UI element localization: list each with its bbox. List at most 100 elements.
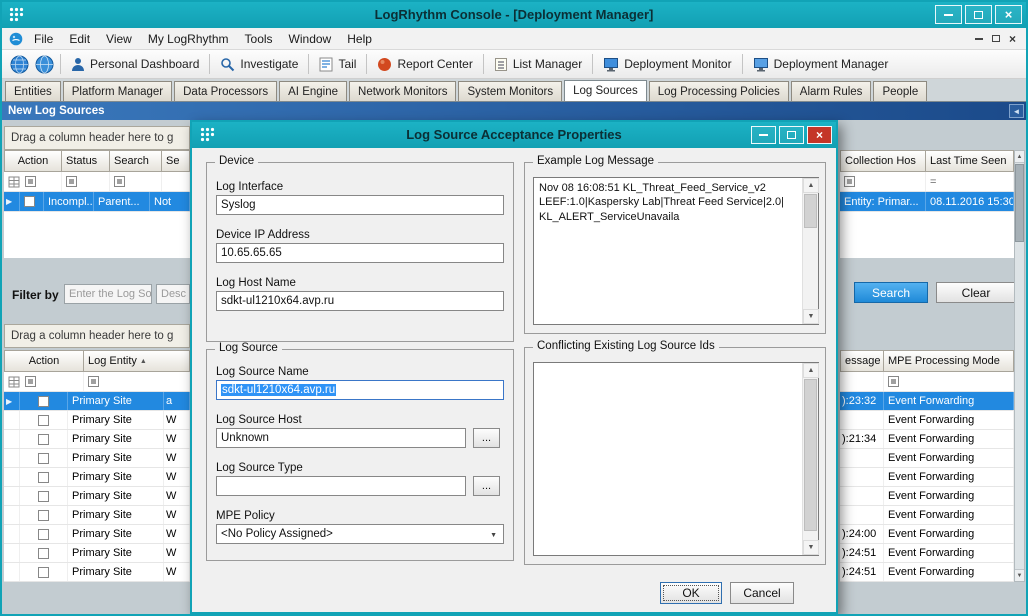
filter-checkbox[interactable] xyxy=(88,376,99,387)
deployment-monitor-button[interactable]: Deployment Monitor xyxy=(596,55,738,74)
table-row[interactable]: ):23:32Event Forwarding xyxy=(840,392,1014,411)
cancel-button[interactable]: Cancel xyxy=(730,582,794,604)
table-row[interactable]: ):24:00Event Forwarding xyxy=(840,525,1014,544)
table-row[interactable]: ▶ Primary Site a xyxy=(4,392,190,411)
table-row[interactable]: Primary SiteW xyxy=(4,506,190,525)
box-scrollbar[interactable]: ▲ ▼ xyxy=(802,178,818,324)
scroll-up-icon[interactable]: ▲ xyxy=(803,363,819,378)
menu-my-logrhythm[interactable]: My LogRhythm xyxy=(140,28,237,49)
filter-checkbox[interactable] xyxy=(844,176,855,187)
search-button[interactable]: Search xyxy=(854,282,928,303)
table-row[interactable]: Event Forwarding xyxy=(840,506,1014,525)
row-checkbox[interactable] xyxy=(38,434,49,445)
device-ip-input[interactable]: 10.65.65.65 xyxy=(216,243,504,263)
globe-button[interactable] xyxy=(10,55,29,74)
table-row[interactable]: Event Forwarding xyxy=(840,468,1014,487)
menu-view[interactable]: View xyxy=(98,28,140,49)
log-interface-input[interactable]: Syslog xyxy=(216,195,504,215)
list-manager-button[interactable]: List Manager xyxy=(487,55,589,74)
log-host-name-input[interactable]: sdkt-ul1210x64.avp.ru xyxy=(216,291,504,311)
vertical-scrollbar[interactable]: ▲ ▼ xyxy=(1014,150,1025,582)
scrollbar-thumb[interactable] xyxy=(804,379,817,531)
conflicting-log-source-box[interactable]: ▲ ▼ xyxy=(533,362,819,556)
grid-filter-icon[interactable] xyxy=(8,176,20,188)
table-row[interactable]: Primary SiteW xyxy=(4,468,190,487)
mdi-restore-icon[interactable] xyxy=(992,35,1000,42)
tab-alarm-rules[interactable]: Alarm Rules xyxy=(791,81,872,101)
row-checkbox[interactable] xyxy=(38,396,49,407)
menu-window[interactable]: Window xyxy=(281,28,340,49)
row-checkbox[interactable] xyxy=(38,472,49,483)
dialog-maximize-button[interactable] xyxy=(779,126,804,144)
table-row[interactable]: Primary SiteW xyxy=(4,544,190,563)
row-checkbox[interactable] xyxy=(38,529,49,540)
scroll-up-icon[interactable]: ▲ xyxy=(1015,151,1024,163)
scroll-down-icon[interactable]: ▼ xyxy=(803,540,819,555)
tab-system-monitors[interactable]: System Monitors xyxy=(458,81,562,101)
filter-checkbox[interactable] xyxy=(888,376,899,387)
row-checkbox[interactable] xyxy=(38,510,49,521)
table-row[interactable]: ):24:51Event Forwarding xyxy=(840,563,1014,582)
column-header-mpe-processing-mode[interactable]: MPE Processing Mode xyxy=(884,350,1014,372)
deployment-manager-button[interactable]: Deployment Manager xyxy=(746,55,896,74)
group-by-dropzone[interactable]: Drag a column header here to g xyxy=(4,324,190,348)
column-header-search[interactable]: Search xyxy=(110,150,162,172)
box-scrollbar[interactable]: ▲ ▼ xyxy=(802,363,818,555)
ok-button[interactable]: OK xyxy=(660,582,722,604)
filter-operator[interactable]: = xyxy=(926,172,1014,191)
log-source-type-browse-button[interactable]: ... xyxy=(473,476,500,496)
column-header-action[interactable]: Action xyxy=(4,350,84,372)
table-row[interactable]: Primary SiteW xyxy=(4,525,190,544)
row-checkbox[interactable] xyxy=(38,453,49,464)
log-source-filter-input[interactable]: Enter the Log Sou xyxy=(64,284,152,304)
log-source-host-browse-button[interactable]: ... xyxy=(473,428,500,448)
group-by-dropzone[interactable]: Drag a column header here to g xyxy=(4,126,190,150)
filter-checkbox[interactable] xyxy=(114,176,125,187)
example-log-message-box[interactable]: Nov 08 16:08:51 KL_Threat_Feed_Service_v… xyxy=(533,177,819,325)
table-row[interactable]: Primary SiteW xyxy=(4,430,190,449)
row-checkbox[interactable] xyxy=(38,567,49,578)
dropdown-arrow-icon[interactable]: ▼ xyxy=(490,532,497,539)
maximize-button[interactable] xyxy=(965,5,992,24)
top-right-grid-row[interactable]: Entity: Primar... 08.11.2016 15:30 xyxy=(840,192,1014,212)
report-center-button[interactable]: Report Center xyxy=(370,55,479,74)
column-header-log-entity[interactable]: Log Entity▲ xyxy=(84,350,190,372)
table-row[interactable]: Event Forwarding xyxy=(840,449,1014,468)
filter-checkbox[interactable] xyxy=(25,376,36,387)
row-checkbox[interactable] xyxy=(38,415,49,426)
tab-ai-engine[interactable]: AI Engine xyxy=(279,81,347,101)
log-source-host-input[interactable]: Unknown xyxy=(216,428,466,448)
filter-checkbox[interactable] xyxy=(25,176,36,187)
column-header-last-time-seen[interactable]: Last Time Seen xyxy=(926,150,1014,172)
clear-button[interactable]: Clear xyxy=(936,282,1016,303)
tab-data-processors[interactable]: Data Processors xyxy=(174,81,277,101)
menu-tools[interactable]: Tools xyxy=(237,28,281,49)
row-checkbox[interactable] xyxy=(24,196,35,207)
log-source-type-input[interactable] xyxy=(216,476,466,496)
top-grid-row[interactable]: ▶ Incompl... Parent... Not xyxy=(4,192,190,212)
investigate-button[interactable]: Investigate xyxy=(213,55,305,74)
mpe-policy-select[interactable]: <No Policy Assigned> ▼ xyxy=(216,524,504,544)
tab-log-sources[interactable]: Log Sources xyxy=(564,80,647,102)
description-filter-input[interactable]: Desc xyxy=(156,284,190,304)
table-row[interactable]: Event Forwarding xyxy=(840,411,1014,430)
scrollbar-thumb[interactable] xyxy=(804,194,817,228)
column-header-message[interactable]: essage xyxy=(840,350,884,372)
menu-edit[interactable]: Edit xyxy=(61,28,98,49)
column-header-action[interactable]: Action xyxy=(4,150,62,172)
scroll-down-icon[interactable]: ▼ xyxy=(803,309,819,324)
scrollbar-thumb[interactable] xyxy=(1015,164,1024,242)
collapse-button[interactable]: ◄ xyxy=(1009,104,1024,118)
tail-button[interactable]: Tail xyxy=(312,55,363,74)
mdi-close-icon[interactable]: × xyxy=(1009,34,1016,44)
table-row[interactable]: ):21:34Event Forwarding xyxy=(840,430,1014,449)
web-console-button[interactable] xyxy=(35,55,54,74)
close-button[interactable]: × xyxy=(995,5,1022,24)
table-row[interactable]: Primary SiteW xyxy=(4,487,190,506)
row-checkbox[interactable] xyxy=(38,548,49,559)
filter-checkbox[interactable] xyxy=(66,176,77,187)
log-source-name-input[interactable]: sdkt-ul1210x64.avp.ru xyxy=(216,380,504,400)
table-row[interactable]: Primary SiteW xyxy=(4,411,190,430)
tab-network-monitors[interactable]: Network Monitors xyxy=(349,81,456,101)
column-header-status[interactable]: Status xyxy=(62,150,110,172)
